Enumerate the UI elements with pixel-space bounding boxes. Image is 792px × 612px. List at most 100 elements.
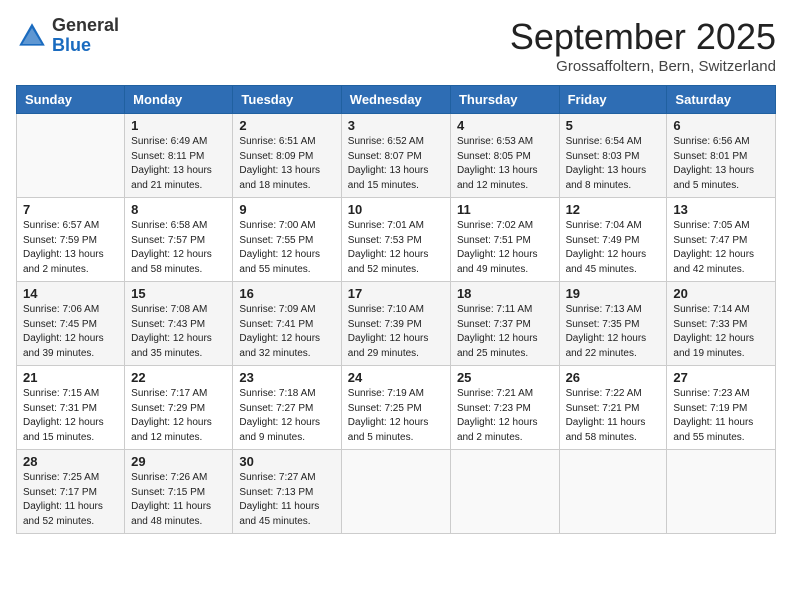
calendar-cell: 27Sunrise: 7:23 AMSunset: 7:19 PMDayligh…: [667, 366, 776, 450]
calendar-cell: 11Sunrise: 7:02 AMSunset: 7:51 PMDayligh…: [450, 198, 559, 282]
weekday-header-saturday: Saturday: [667, 86, 776, 114]
day-info: Sunrise: 7:08 AMSunset: 7:43 PMDaylight:…: [131, 303, 226, 361]
calendar-cell: 19 Sunrise: 7:13 AMSunset: 7:35 PMDayligh…: [559, 282, 667, 366]
logo-general-text: General: [52, 15, 119, 35]
calendar-cell: 7 Sunrise: 6:57 AMSunset: 7:59 PMDaylight…: [17, 198, 125, 282]
day-info: Sunrise: 6:53 AMSunset: 8:05 PMDaylight:…: [457, 135, 553, 193]
day-info: Sunrise: 7:18 AMSunset: 7:27 PMDaylight:…: [239, 387, 334, 445]
weekday-header-thursday: Thursday: [450, 86, 559, 114]
day-info: Sunrise: 7:14 AMSunset: 7:33 PMDaylight:…: [673, 303, 769, 361]
calendar-cell: 10 Sunrise: 7:01 AMSunset: 7:53 PMDayligh…: [341, 198, 450, 282]
month-title: September 2025: [510, 16, 776, 58]
day-info: Sunrise: 6:52 AMSunset: 8:07 PMDaylight:…: [348, 135, 444, 193]
calendar-cell: [450, 450, 559, 534]
day-info: Sunrise: 7:23 AMSunset: 7:19 PMDaylight:…: [673, 387, 769, 445]
day-info: Sunrise: 6:51 AMSunset: 8:09 PMDaylight:…: [239, 135, 334, 193]
calendar-cell: [667, 450, 776, 534]
calendar-cell: 15 Sunrise: 7:08 AMSunset: 7:43 PMDayligh…: [125, 282, 233, 366]
day-info: Sunrise: 7:05 AMSunset: 7:47 PMDaylight:…: [673, 219, 769, 277]
calendar-week-row: 7 Sunrise: 6:57 AMSunset: 7:59 PMDaylight…: [17, 198, 776, 282]
day-number: 15: [131, 286, 226, 301]
weekday-header-sunday: Sunday: [17, 86, 125, 114]
day-info: Sunrise: 7:17 AMSunset: 7:29 PMDaylight:…: [131, 387, 226, 445]
day-number: 3: [348, 118, 444, 133]
day-info: Sunrise: 7:15 AMSunset: 7:31 PMDaylight:…: [23, 387, 118, 445]
day-number: 26: [566, 370, 661, 385]
calendar-cell: 30Sunrise: 7:27 AMSunset: 7:13 PMDayligh…: [233, 450, 341, 534]
calendar-cell: 6 Sunrise: 6:56 AMSunset: 8:01 PMDaylight…: [667, 114, 776, 198]
day-info: Sunrise: 6:49 AMSunset: 8:11 PMDaylight:…: [131, 135, 226, 193]
day-info: Sunrise: 6:54 AMSunset: 8:03 PMDaylight:…: [566, 135, 661, 193]
day-info: Sunrise: 6:56 AMSunset: 8:01 PMDaylight:…: [673, 135, 769, 193]
day-info: Sunrise: 7:27 AMSunset: 7:13 PMDaylight:…: [239, 471, 334, 529]
calendar-cell: 21 Sunrise: 7:15 AMSunset: 7:31 PMDayligh…: [17, 366, 125, 450]
calendar-cell: 16 Sunrise: 7:09 AMSunset: 7:41 PMDayligh…: [233, 282, 341, 366]
weekday-header-friday: Friday: [559, 86, 667, 114]
title-block: September 2025 Grossaffoltern, Bern, Swi…: [510, 16, 776, 75]
day-info: Sunrise: 7:22 AMSunset: 7:21 PMDaylight:…: [566, 387, 661, 445]
calendar-table: SundayMondayTuesdayWednesdayThursdayFrid…: [16, 85, 776, 534]
day-number: 24: [348, 370, 444, 385]
calendar-cell: 5 Sunrise: 6:54 AMSunset: 8:03 PMDaylight…: [559, 114, 667, 198]
calendar-cell: 12Sunrise: 7:04 AMSunset: 7:49 PMDayligh…: [559, 198, 667, 282]
day-number: 12: [566, 202, 661, 217]
day-number: 1: [131, 118, 226, 133]
day-number: 10: [348, 202, 444, 217]
page-header: General Blue September 2025 Grossaffolte…: [16, 16, 776, 75]
weekday-header-monday: Monday: [125, 86, 233, 114]
calendar-cell: 24Sunrise: 7:19 AMSunset: 7:25 PMDayligh…: [341, 366, 450, 450]
day-number: 5: [566, 118, 661, 133]
day-info: Sunrise: 7:11 AMSunset: 7:37 PMDaylight:…: [457, 303, 553, 361]
day-number: 16: [239, 286, 334, 301]
calendar-cell: 3 Sunrise: 6:52 AMSunset: 8:07 PMDaylight…: [341, 114, 450, 198]
day-info: Sunrise: 7:10 AMSunset: 7:39 PMDaylight:…: [348, 303, 444, 361]
calendar-cell: 2 Sunrise: 6:51 AMSunset: 8:09 PMDaylight…: [233, 114, 341, 198]
calendar-cell: 22 Sunrise: 7:17 AMSunset: 7:29 PMDayligh…: [125, 366, 233, 450]
day-info: Sunrise: 7:21 AMSunset: 7:23 PMDaylight:…: [457, 387, 553, 445]
calendar-week-row: 21 Sunrise: 7:15 AMSunset: 7:31 PMDayligh…: [17, 366, 776, 450]
calendar-cell: 4 Sunrise: 6:53 AMSunset: 8:05 PMDaylight…: [450, 114, 559, 198]
calendar-cell: 14Sunrise: 7:06 AMSunset: 7:45 PMDayligh…: [17, 282, 125, 366]
weekday-header-wednesday: Wednesday: [341, 86, 450, 114]
day-info: Sunrise: 6:58 AMSunset: 7:57 PMDaylight:…: [131, 219, 226, 277]
day-number: 29: [131, 454, 226, 469]
day-number: 7: [23, 202, 118, 217]
calendar-cell: 25 Sunrise: 7:21 AMSunset: 7:23 PMDayligh…: [450, 366, 559, 450]
day-info: Sunrise: 6:57 AMSunset: 7:59 PMDaylight:…: [23, 219, 118, 277]
day-info: Sunrise: 7:13 AMSunset: 7:35 PMDaylight:…: [566, 303, 661, 361]
calendar-cell: 8Sunrise: 6:58 AMSunset: 7:57 PMDaylight…: [125, 198, 233, 282]
day-number: 6: [673, 118, 769, 133]
calendar-week-row: 28Sunrise: 7:25 AMSunset: 7:17 PMDayligh…: [17, 450, 776, 534]
location: Grossaffoltern, Bern, Switzerland: [510, 58, 776, 75]
calendar-cell: 28Sunrise: 7:25 AMSunset: 7:17 PMDayligh…: [17, 450, 125, 534]
calendar-cell: 1 Sunrise: 6:49 AMSunset: 8:11 PMDaylight…: [125, 114, 233, 198]
day-number: 14: [23, 286, 118, 301]
calendar-cell: 23Sunrise: 7:18 AMSunset: 7:27 PMDayligh…: [233, 366, 341, 450]
day-info: Sunrise: 7:09 AMSunset: 7:41 PMDaylight:…: [239, 303, 334, 361]
day-info: Sunrise: 7:01 AMSunset: 7:53 PMDaylight:…: [348, 219, 444, 277]
calendar-cell: 18Sunrise: 7:11 AMSunset: 7:37 PMDayligh…: [450, 282, 559, 366]
day-info: Sunrise: 7:02 AMSunset: 7:51 PMDaylight:…: [457, 219, 553, 277]
logo-icon: [16, 20, 48, 52]
calendar-cell: [17, 114, 125, 198]
day-number: 4: [457, 118, 553, 133]
day-number: 19: [566, 286, 661, 301]
calendar-cell: [559, 450, 667, 534]
weekday-header-row: SundayMondayTuesdayWednesdayThursdayFrid…: [17, 86, 776, 114]
calendar-cell: 26 Sunrise: 7:22 AMSunset: 7:21 PMDayligh…: [559, 366, 667, 450]
calendar-cell: 9Sunrise: 7:00 AMSunset: 7:55 PMDaylight…: [233, 198, 341, 282]
calendar-week-row: 14Sunrise: 7:06 AMSunset: 7:45 PMDayligh…: [17, 282, 776, 366]
logo-blue-text: Blue: [52, 35, 91, 55]
day-number: 25: [457, 370, 553, 385]
day-number: 13: [673, 202, 769, 217]
logo: General Blue: [16, 16, 119, 56]
weekday-header-tuesday: Tuesday: [233, 86, 341, 114]
day-number: 21: [23, 370, 118, 385]
calendar-cell: 13 Sunrise: 7:05 AMSunset: 7:47 PMDayligh…: [667, 198, 776, 282]
calendar-cell: 29Sunrise: 7:26 AMSunset: 7:15 PMDayligh…: [125, 450, 233, 534]
day-info: Sunrise: 7:00 AMSunset: 7:55 PMDaylight:…: [239, 219, 334, 277]
day-number: 28: [23, 454, 118, 469]
calendar-week-row: 1 Sunrise: 6:49 AMSunset: 8:11 PMDaylight…: [17, 114, 776, 198]
day-number: 2: [239, 118, 334, 133]
day-number: 22: [131, 370, 226, 385]
